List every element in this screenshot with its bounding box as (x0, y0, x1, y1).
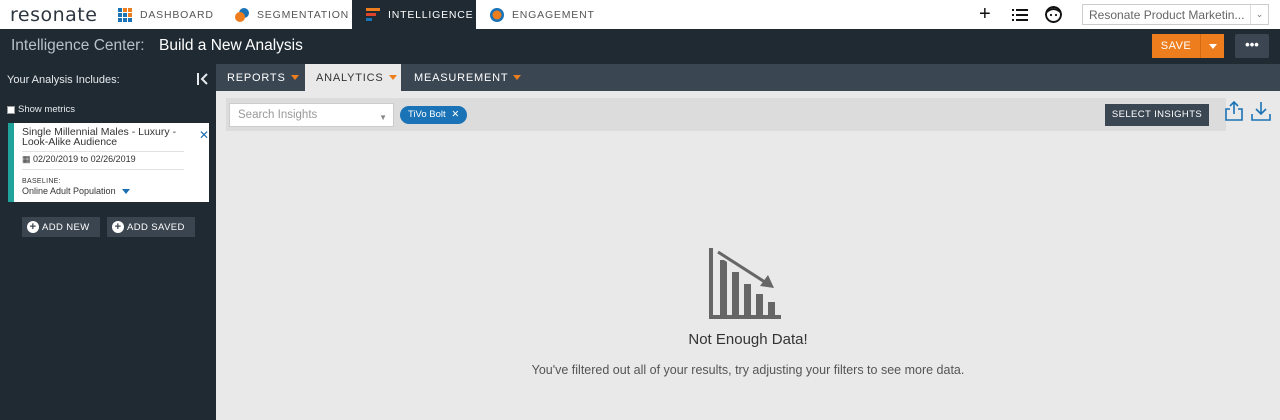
chip-remove-icon[interactable]: ✕ (451, 109, 459, 120)
title-bar: Intelligence Center: Build a New Analysi… (0, 29, 1280, 64)
more-options-button[interactable]: ••• (1235, 34, 1269, 58)
engagement-target-icon (490, 7, 504, 22)
filter-chip[interactable]: TiVo Bolt ✕ (400, 106, 468, 124)
show-metrics-toggle[interactable]: Show metrics (7, 104, 75, 115)
nav-tab-label: INTELLIGENCE (388, 8, 474, 21)
sidebar-heading: Your Analysis Includes: (7, 74, 120, 86)
audience-date-range: 02/20/2019 to 02/26/2019 (33, 154, 136, 164)
analysis-sidebar: Your Analysis Includes: Show metrics Sin… (0, 64, 216, 420)
declining-chart-icon (709, 248, 781, 319)
share-export-icon[interactable] (1225, 101, 1243, 121)
audience-name: Single Millennial Males - Luxury - Look-… (22, 126, 177, 148)
nav-tab-label: SEGMENTATION (257, 8, 350, 21)
top-nav: resonate DASHBOARD SEGMENTATION INTELLIG… (0, 0, 1280, 29)
resonate-logo[interactable]: resonate (10, 4, 97, 26)
organization-select[interactable]: Resonate Product Marketin... ⌄ (1082, 4, 1269, 25)
nav-tab-segmentation[interactable]: SEGMENTATION (235, 0, 350, 29)
divider (22, 151, 184, 152)
nav-tab-engagement[interactable]: ENGAGEMENT (490, 0, 600, 29)
empty-state-message: You've filtered out all of your results,… (531, 363, 965, 377)
tab-label: ANALYTICS (316, 71, 384, 84)
organization-select-value: Resonate Product Marketin... (1089, 8, 1245, 22)
tab-label: REPORTS (227, 71, 286, 84)
save-dropdown-toggle[interactable] (1200, 34, 1224, 58)
tab-measurement[interactable]: MEASUREMENT (403, 64, 523, 91)
caret-down-icon (122, 189, 131, 195)
chevron-down-icon: ⌄ (1250, 5, 1268, 24)
tab-analytics[interactable]: ANALYTICS (305, 64, 401, 91)
add-saved-button[interactable]: + ADD SAVED (107, 217, 195, 237)
analysis-tab-bar: REPORTS ANALYTICS MEASUREMENT (216, 64, 1280, 91)
list-icon[interactable] (1012, 9, 1028, 21)
segmentation-circles-icon (235, 7, 249, 22)
caret-down-icon (388, 75, 397, 80)
tab-reports[interactable]: REPORTS (216, 64, 301, 91)
nav-tab-intelligence[interactable]: INTELLIGENCE (352, 0, 476, 29)
tab-label: MEASUREMENT (414, 71, 509, 84)
baseline-label: BASELINE: (22, 178, 61, 185)
plus-circle-icon: + (112, 221, 124, 233)
intelligence-bars-icon (366, 7, 380, 21)
baseline-select[interactable]: Online Adult Population (22, 186, 131, 196)
save-button-label: SAVE (1160, 40, 1192, 52)
dashboard-grid-icon (118, 7, 132, 22)
add-new-button[interactable]: + ADD NEW (22, 217, 100, 237)
caret-down-icon (290, 75, 299, 80)
page-title: Build a New Analysis (159, 37, 303, 54)
add-saved-label: ADD SAVED (127, 221, 185, 233)
analytics-panel: Search Insights ▼ TiVo Bolt ✕ SELECT INS… (216, 91, 1280, 420)
filter-chip-label: TiVo Bolt (408, 109, 446, 120)
add-new-label: ADD NEW (42, 221, 90, 233)
caret-down-icon (513, 75, 522, 80)
save-button[interactable]: SAVE (1152, 34, 1224, 58)
divider (22, 169, 184, 170)
plus-circle-icon: + (27, 221, 39, 233)
section-label: Intelligence Center: (11, 37, 145, 54)
nav-tab-label: ENGAGEMENT (512, 8, 595, 21)
baseline-value: Online Adult Population (22, 186, 116, 196)
nav-tab-dashboard[interactable]: DASHBOARD (118, 0, 218, 29)
search-insights-input[interactable]: Search Insights ▼ (229, 103, 394, 127)
filter-row: Search Insights ▼ TiVo Bolt ✕ SELECT INS… (226, 98, 1226, 131)
show-metrics-checkbox[interactable] (7, 105, 15, 114)
remove-audience-icon[interactable]: ✕ (199, 128, 209, 142)
user-avatar-icon[interactable] (1045, 6, 1062, 23)
dropdown-triangle-icon: ▼ (379, 113, 387, 122)
show-metrics-label: Show metrics (18, 104, 76, 115)
add-plus-icon[interactable]: + (979, 3, 991, 26)
audience-dates: ▦ 02/20/2019 to 02/26/2019 (22, 154, 136, 165)
calendar-icon: ▦ (22, 154, 31, 164)
audience-card: Single Millennial Males - Luxury - Look-… (8, 123, 209, 202)
collapse-sidebar-icon[interactable] (195, 72, 209, 86)
select-insights-button[interactable]: SELECT INSIGHTS (1105, 104, 1209, 126)
empty-state-title: Not Enough Data! (688, 331, 808, 348)
search-placeholder: Search Insights (238, 109, 318, 121)
nav-tab-label: DASHBOARD (140, 8, 214, 21)
download-icon[interactable] (1251, 101, 1271, 121)
